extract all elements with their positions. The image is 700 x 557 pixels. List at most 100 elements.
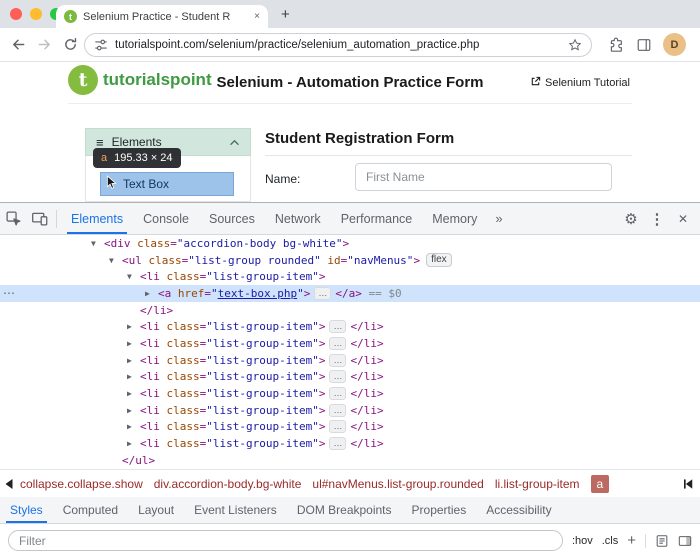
- tree-node[interactable]: ⋯▶<a href="text-box.php">…</a> == $0: [0, 285, 700, 302]
- reload-button[interactable]: [60, 37, 80, 55]
- settings-gear-icon[interactable]: ⚙: [618, 206, 644, 232]
- styles-tab-styles[interactable]: Styles: [0, 497, 53, 523]
- devtools-tab-performance[interactable]: Performance: [331, 203, 423, 234]
- code-token: "list-group-item": [206, 420, 319, 433]
- disclosure-arrow-icon[interactable]: ▶: [127, 372, 140, 381]
- breadcrumb-item[interactable]: ul#navMenus.list-group.rounded: [312, 477, 483, 491]
- side-panel-icon[interactable]: [636, 37, 652, 53]
- devtools-tab-network[interactable]: Network: [265, 203, 331, 234]
- code-token: </li>: [350, 370, 383, 383]
- page-content: t tutorialspoint Selenium - Automation P…: [0, 62, 700, 202]
- inspect-element-icon[interactable]: [0, 206, 26, 232]
- more-options-icon[interactable]: ⋮: [644, 206, 670, 232]
- computed-styles-icon[interactable]: [655, 534, 669, 548]
- header-divider: [68, 103, 632, 104]
- close-window-button[interactable]: [10, 8, 22, 20]
- disclosure-arrow-icon[interactable]: ▶: [127, 389, 140, 398]
- styles-tabbar: StylesComputedLayoutEvent ListenersDOM B…: [0, 497, 700, 524]
- styles-tab-accessibility[interactable]: Accessibility: [476, 497, 561, 523]
- elements-accordion: ≡ Elements Text Box a 195.33 × 24: [85, 128, 251, 202]
- disclosure-arrow-icon[interactable]: ▶: [127, 406, 140, 415]
- breadcrumb-item[interactable]: div.accordion-body.bg-white: [154, 477, 302, 491]
- tree-node[interactable]: </ul>: [0, 452, 700, 469]
- tree-node[interactable]: ▼<ul class="list-group rounded" id="navM…: [0, 252, 700, 269]
- code-token: >: [319, 270, 326, 283]
- tree-node[interactable]: ▶<li class="list-group-item">…</li>: [0, 402, 700, 419]
- disclosure-arrow-icon[interactable]: ▶: [145, 289, 158, 298]
- tree-node[interactable]: ▼<li class="list-group-item">: [0, 268, 700, 285]
- tree-node[interactable]: ▶<li class="list-group-item">…</li>: [0, 352, 700, 369]
- breadcrumb-item[interactable]: collapse.collapse.show: [20, 477, 143, 491]
- more-actions-icon[interactable]: ⋯: [3, 286, 15, 300]
- devtools-tab-memory[interactable]: Memory: [422, 203, 487, 234]
- code-token: "list-group-item": [206, 387, 319, 400]
- styles-tab-properties[interactable]: Properties: [402, 497, 477, 523]
- device-toolbar-icon[interactable]: [26, 206, 52, 232]
- code-token: >: [304, 287, 311, 300]
- tree-node[interactable]: ▶<li class="list-group-item">…</li>: [0, 369, 700, 386]
- browser-tab[interactable]: t Selenium Practice - Student R ×: [56, 5, 268, 28]
- code-token: class: [131, 237, 171, 250]
- profile-avatar[interactable]: D: [663, 33, 686, 56]
- browser-toolbar: tutorialspoint.com/selenium/practice/sel…: [0, 28, 700, 62]
- disclosure-arrow-icon[interactable]: ▶: [127, 322, 140, 331]
- tree-node[interactable]: ▶<li class="list-group-item">…</li>: [0, 335, 700, 352]
- code-token: =: [200, 354, 207, 367]
- styles-filter-input[interactable]: [8, 530, 563, 551]
- code-token: id: [321, 254, 341, 267]
- styles-tab-dom-breakpoints[interactable]: DOM Breakpoints: [287, 497, 402, 523]
- tree-node[interactable]: ▼<div class="accordion-body bg-white">: [0, 235, 700, 252]
- disclosure-arrow-icon[interactable]: ▶: [127, 422, 140, 431]
- code-token: class: [160, 354, 200, 367]
- extensions-icon[interactable]: [608, 37, 624, 53]
- back-button[interactable]: [8, 37, 28, 55]
- styles-tab-layout[interactable]: Layout: [128, 497, 184, 523]
- disclosure-arrow-icon[interactable]: ▼: [109, 256, 122, 265]
- tree-node[interactable]: ▶<li class="list-group-item">…</li>: [0, 318, 700, 335]
- disclosure-arrow-icon[interactable]: ▶: [127, 439, 140, 448]
- code-token: class: [160, 404, 200, 417]
- element-classes-button[interactable]: .cls: [602, 535, 619, 547]
- disclosure-arrow-icon[interactable]: ▼: [127, 272, 140, 281]
- breadcrumb-item[interactable]: li.list-group-item: [495, 477, 580, 491]
- site-settings-icon[interactable]: [94, 38, 108, 52]
- breadcrumb-item[interactable]: a: [591, 475, 610, 493]
- cursor-icon: [106, 175, 117, 193]
- disclosure-arrow-icon[interactable]: ▶: [127, 339, 140, 348]
- text-box-menu-item[interactable]: Text Box: [100, 172, 234, 196]
- disclosure-arrow-icon[interactable]: ▶: [127, 356, 140, 365]
- code-token: </li>: [350, 437, 383, 450]
- code-token: =: [341, 254, 348, 267]
- close-devtools-icon[interactable]: ✕: [670, 206, 696, 232]
- more-tabs-button[interactable]: »: [487, 211, 510, 226]
- crumb-scroll-end-icon[interactable]: [684, 479, 695, 489]
- new-tab-button[interactable]: +: [281, 6, 290, 23]
- bookmark-star-icon[interactable]: [568, 38, 582, 52]
- tree-node[interactable]: ▶<li class="list-group-item">…</li>: [0, 419, 700, 436]
- forward-button[interactable]: [34, 37, 54, 55]
- tab-close-icon[interactable]: ×: [254, 11, 260, 22]
- styles-tab-computed[interactable]: Computed: [53, 497, 128, 523]
- devtools-tab-console[interactable]: Console: [133, 203, 199, 234]
- code-token: =: [200, 387, 207, 400]
- code-token: == $0: [362, 287, 402, 300]
- tree-node[interactable]: ▶<li class="list-group-item">…</li>: [0, 435, 700, 452]
- selenium-tutorial-link[interactable]: Selenium Tutorial: [530, 76, 630, 90]
- first-name-input[interactable]: [355, 163, 612, 191]
- code-token: …: [329, 437, 346, 450]
- styles-tab-event-listeners[interactable]: Event Listeners: [184, 497, 287, 523]
- tree-node[interactable]: </li>: [0, 302, 700, 319]
- crumb-scroll-left-icon[interactable]: [5, 479, 13, 489]
- code-token: …: [329, 387, 346, 400]
- devtools-tab-sources[interactable]: Sources: [199, 203, 265, 234]
- sidebar-toggle-icon[interactable]: [678, 534, 692, 548]
- devtools-tabbar-tabs: ElementsConsoleSourcesNetworkPerformance…: [61, 203, 487, 234]
- toggle-element-state-button[interactable]: :hov: [572, 535, 593, 547]
- new-style-rule-button[interactable]: +: [627, 532, 636, 549]
- disclosure-arrow-icon[interactable]: ▼: [91, 239, 104, 248]
- minimize-window-button[interactable]: [30, 8, 42, 20]
- tree-node[interactable]: ▶<li class="list-group-item">…</li>: [0, 385, 700, 402]
- devtools-tab-elements[interactable]: Elements: [61, 203, 133, 234]
- address-bar[interactable]: tutorialspoint.com/selenium/practice/sel…: [84, 33, 592, 57]
- code-token: >: [342, 237, 349, 250]
